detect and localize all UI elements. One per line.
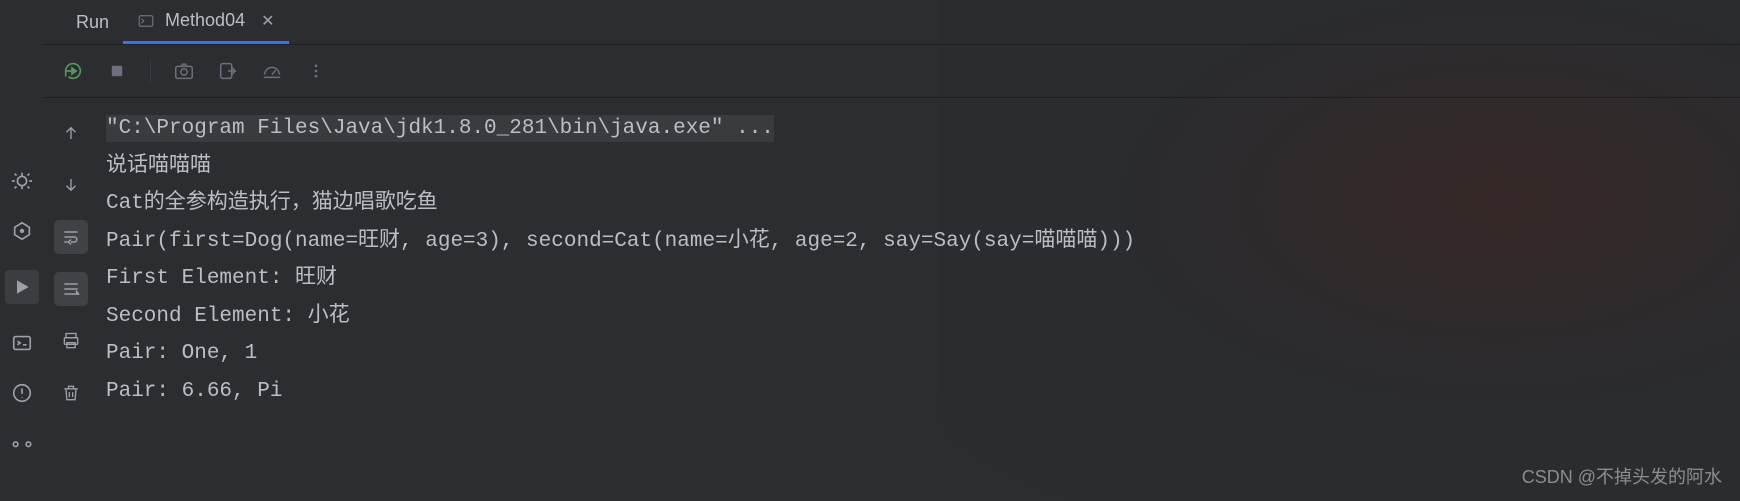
console-line: Second Element: 小花 [106, 305, 350, 328]
terminal-icon[interactable] [11, 332, 33, 354]
tab-run-label: Run [76, 12, 109, 33]
print-icon[interactable] [54, 324, 88, 358]
problems-icon[interactable] [11, 382, 33, 404]
down-icon[interactable] [54, 168, 88, 202]
console-line: Cat的全参构造执行，猫边唱歌吃鱼 [106, 192, 438, 215]
tab-file[interactable]: Method04 ✕ [123, 0, 288, 44]
left-tool-gutter [0, 0, 44, 501]
delete-icon[interactable] [54, 376, 88, 410]
console-output[interactable]: "C:\Program Files\Java\jdk1.8.0_281\bin\… [98, 98, 1740, 501]
tab-file-label: Method04 [165, 10, 245, 31]
scroll-end-icon[interactable] [54, 272, 88, 306]
stop-icon[interactable] [106, 60, 128, 82]
profiler-icon[interactable] [261, 60, 283, 82]
exit-icon[interactable] [217, 60, 239, 82]
console-line: First Element: 旺财 [106, 267, 337, 290]
console-line: Pair: One, 1 [106, 342, 257, 365]
run-tool-icon[interactable] [5, 270, 39, 304]
file-icon [137, 12, 155, 30]
watermark: CSDN @不掉头发的阿水 [1522, 463, 1722, 489]
console-line: Pair(first=Dog(name=旺财, age=3), second=C… [106, 230, 1135, 253]
close-icon[interactable]: ✕ [261, 11, 274, 31]
console-line: 说话喵喵喵 [106, 155, 211, 178]
console-command: "C:\Program Files\Java\jdk1.8.0_281\bin\… [106, 115, 774, 142]
hexagon-icon[interactable] [11, 220, 33, 242]
up-icon[interactable] [54, 116, 88, 150]
tab-run[interactable]: Run [62, 0, 123, 44]
debug-icon[interactable] [11, 170, 33, 192]
run-toolbar [44, 45, 327, 97]
soft-wrap-icon[interactable] [54, 220, 88, 254]
vcs-icon[interactable] [11, 436, 33, 458]
console-gutter [44, 98, 98, 501]
console-line: Pair: 6.66, Pi [106, 380, 282, 403]
separator [150, 59, 151, 83]
more-icon[interactable] [305, 60, 327, 82]
rerun-icon[interactable] [62, 60, 84, 82]
camera-icon[interactable] [173, 60, 195, 82]
tab-bar: Run Method04 ✕ [44, 0, 1740, 44]
